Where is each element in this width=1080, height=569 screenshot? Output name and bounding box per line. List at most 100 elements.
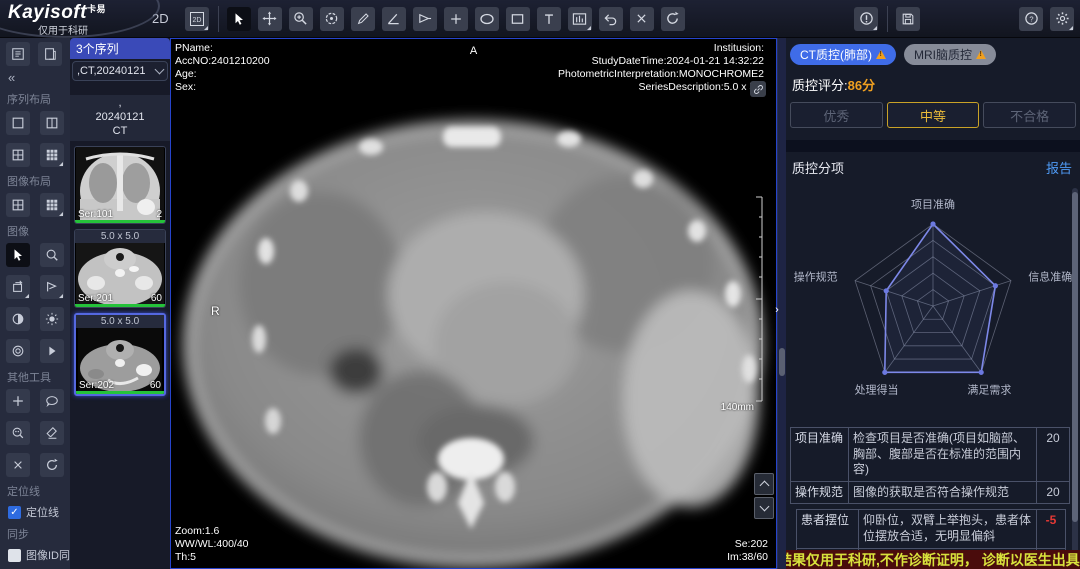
tab-mri-qc[interactable]: MRI脑质控: [904, 44, 996, 65]
concentric-target-icon: [11, 344, 25, 358]
reset-rotate-icon: [45, 458, 59, 472]
angle-tool-button[interactable]: [382, 7, 406, 31]
scale-ruler: [754, 196, 764, 402]
other-delete-button[interactable]: [6, 453, 30, 477]
scrollbar-thumb[interactable]: [779, 348, 785, 376]
section-label-image-layout: 图像布局: [7, 173, 64, 189]
rectangle-tool-button[interactable]: [506, 7, 530, 31]
window-level-tool-button[interactable]: [568, 7, 592, 31]
image-layout-2x2-button[interactable]: [6, 193, 30, 217]
image-brightness-button[interactable]: [40, 307, 64, 331]
viewport-scrollbar[interactable]: ›: [777, 38, 786, 569]
text-tool-button[interactable]: [537, 7, 561, 31]
panel-layout-button[interactable]: [6, 42, 30, 66]
series-layout-3x3-button[interactable]: [40, 143, 64, 167]
series-thumbnail-201[interactable]: 5.0 x 5.0 Ser:20160: [74, 229, 166, 308]
scroll-up-button[interactable]: [754, 473, 774, 495]
dropdown-corner: [59, 294, 63, 298]
section-label-other-tools: 其他工具: [7, 369, 64, 385]
other-eraser-button[interactable]: [40, 421, 64, 445]
main-viewport[interactable]: PName: AccNO:2401210200 Age: Sex: Instit…: [170, 38, 777, 569]
image-flag-button[interactable]: [40, 275, 64, 299]
dropdown-corner: [25, 294, 29, 298]
link-icon: [753, 84, 764, 95]
toolbar-right-group: ?: [854, 6, 1080, 32]
image-cine-play-button[interactable]: [40, 339, 64, 363]
qc-panel: CT质控(肺部) MRI脑质控 质控评分:86分 优秀 中等 不合格 质控分项: [786, 38, 1080, 569]
panel-layout-icon: [11, 47, 25, 61]
table-row: 患者摆位 仰卧位，双臂上举抱头，患者体位摆放合适，无明显偏斜 -5: [797, 510, 1065, 548]
study-dropdown[interactable]: ,CT,20240121: [72, 61, 168, 81]
grade-medium-button[interactable]: 中等: [887, 102, 980, 128]
image-magnifier-button[interactable]: [40, 243, 64, 267]
help-button[interactable]: ?: [1019, 7, 1043, 31]
probe-icon: [417, 11, 432, 26]
window-target-tool-button[interactable]: [320, 7, 344, 31]
save-button[interactable]: [896, 7, 920, 31]
collapse-sidebar-button[interactable]: «: [8, 70, 64, 85]
series-layout-1x1-button[interactable]: [6, 111, 30, 135]
series-count-header: 3个序列: [70, 38, 170, 59]
image-rotate-button[interactable]: [6, 275, 30, 299]
brand-logo: Kayisoft卡易 仅用于科研: [0, 0, 142, 38]
cursor-icon: [11, 248, 25, 262]
ellipse-tool-button[interactable]: [475, 7, 499, 31]
rotate-square-icon: [11, 280, 25, 294]
cross-icon: [449, 12, 463, 26]
other-reset-button[interactable]: [40, 453, 64, 477]
thumb-title: 5.0 x 5.0: [76, 315, 164, 328]
qc-item-desc: 图像的获取是否符合操作规范: [849, 482, 1037, 504]
image-cursor-button[interactable]: [6, 243, 30, 267]
series-thumbnail-101[interactable]: Ser:101 2: [74, 146, 166, 224]
brand-subtitle: 仅用于科研: [38, 22, 88, 37]
expand-panel-button[interactable]: ›: [770, 300, 784, 320]
other-comment-button[interactable]: [40, 389, 64, 413]
image-invert-button[interactable]: [6, 307, 30, 331]
delete-annotation-button[interactable]: [630, 7, 654, 31]
thumb-series-label: Ser:101: [78, 209, 113, 220]
series-thumbnail-202[interactable]: 5.0 x 5.0 Ser:20260: [74, 313, 166, 396]
cursor-icon: [232, 12, 246, 26]
report-panel-button[interactable]: [38, 42, 62, 66]
scrollbar-thumb[interactable]: [1072, 192, 1078, 522]
series-layout-1x2-button[interactable]: [40, 111, 64, 135]
tab-ct-qc[interactable]: CT质控(肺部): [790, 44, 896, 65]
cross-tool-button[interactable]: [444, 7, 468, 31]
ct-axial-image: [171, 39, 776, 568]
zoom-tool-button[interactable]: [289, 7, 313, 31]
probe-tool-button[interactable]: [413, 7, 437, 31]
tab-label: MRI脑质控: [914, 46, 972, 63]
other-cross-button[interactable]: [6, 389, 30, 413]
pencil-measure-tool-button[interactable]: [351, 7, 375, 31]
text-icon: [542, 12, 556, 26]
dropdown-corner: [204, 26, 208, 30]
qc-score-value: 86分: [848, 78, 875, 93]
report-link[interactable]: 报告: [1046, 158, 1072, 177]
localizer-checkbox-row[interactable]: ✓ 定位线: [8, 504, 64, 520]
warning-icon: [976, 50, 986, 59]
series-layout-2x2-button[interactable]: [6, 143, 30, 167]
svg-text:操作规范: 操作规范: [794, 269, 838, 283]
cursor-tool-button[interactable]: [227, 7, 251, 31]
settings-button[interactable]: [1050, 7, 1074, 31]
thumb-count: 2: [156, 209, 162, 220]
top-toolbar: Kayisoft卡易 仅用于科研 2D 2D: [0, 0, 1080, 38]
image-layout-3x3-button[interactable]: [40, 193, 64, 217]
image-target-button[interactable]: [6, 339, 30, 363]
grade-fail-button[interactable]: 不合格: [983, 102, 1076, 128]
link-series-button[interactable]: [750, 81, 766, 97]
dropdown-corner: [59, 162, 63, 166]
thumb-count: 60: [151, 293, 162, 304]
info-button[interactable]: [854, 7, 878, 31]
other-probe-magnifier-button[interactable]: [6, 421, 30, 445]
qc-panel-scrollbar[interactable]: [1072, 188, 1078, 569]
scroll-down-button[interactable]: [754, 497, 774, 519]
undo-button[interactable]: [599, 7, 623, 31]
grade-excellent-button[interactable]: 优秀: [790, 102, 883, 128]
layout-2d-button[interactable]: 2D: [185, 7, 209, 31]
play-icon: [45, 344, 59, 358]
reset-button[interactable]: [661, 7, 685, 31]
sync-imageid-checkbox-row[interactable]: 图像ID同步: [8, 547, 64, 563]
comment-bubble-icon: [45, 394, 59, 408]
pan-tool-button[interactable]: [258, 7, 282, 31]
